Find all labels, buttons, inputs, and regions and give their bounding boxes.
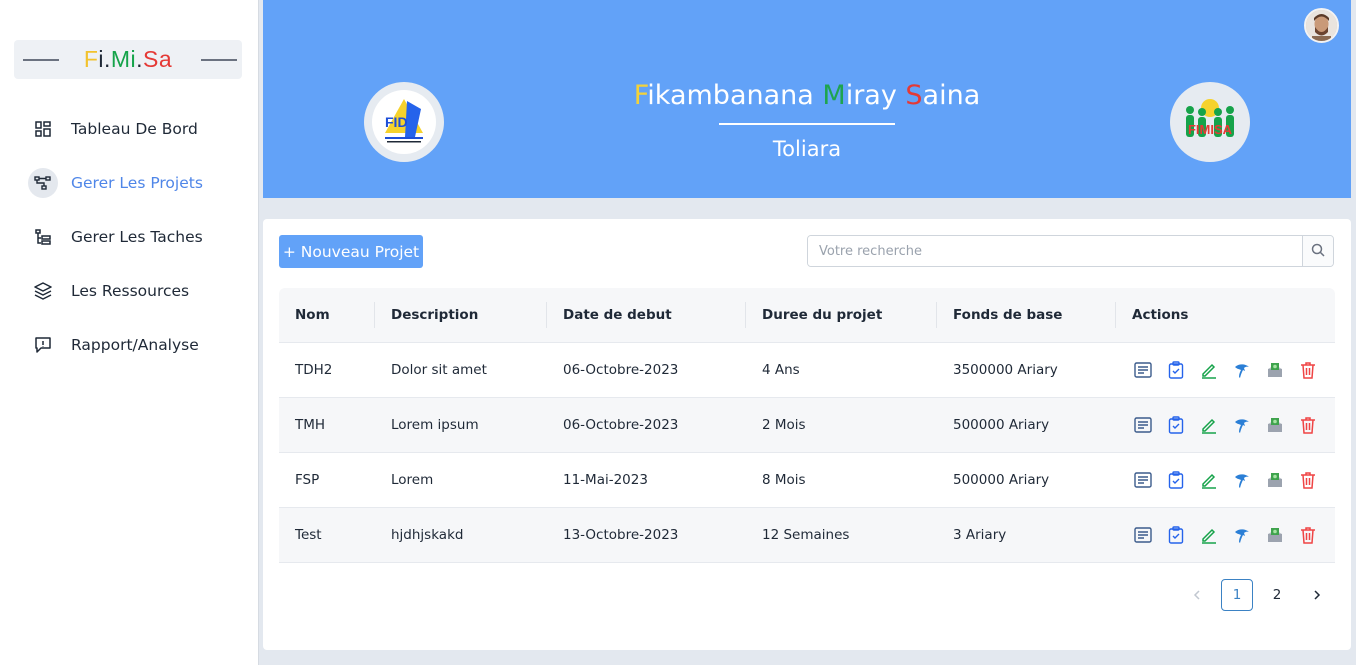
details-icon[interactable] — [1132, 469, 1154, 491]
table-row: FSP Lorem 11-Mai-2023 8 Mois 500000 Ariary — [279, 453, 1335, 508]
page-1-button[interactable]: 1 — [1221, 579, 1253, 611]
sidebar-item-gerer-les-taches[interactable]: Gerer Les Taches — [28, 221, 243, 253]
sidebar-item-gerer-les-projets[interactable]: Gerer Les Projets — [28, 167, 243, 199]
dolphin-icon[interactable] — [1231, 414, 1253, 436]
sidebar-item-tableau-de-bord[interactable]: Tableau De Bord — [28, 113, 243, 145]
sidebar-item-les-ressources[interactable]: Les Ressources — [28, 275, 243, 307]
trash-icon[interactable] — [1297, 524, 1319, 546]
column-header-description: Description — [375, 300, 547, 330]
row-actions — [1116, 414, 1335, 436]
trash-icon[interactable] — [1297, 414, 1319, 436]
task-list-icon — [28, 222, 58, 252]
edit-icon[interactable] — [1198, 414, 1220, 436]
table-row: TMH Lorem ipsum 06-Octobre-2023 2 Mois 50000… — [279, 398, 1335, 453]
brand-logo[interactable]: Fi.Mi.Sa — [14, 40, 242, 79]
column-header-date-de-debut: Date de debut — [547, 300, 746, 330]
cell-duree: 8 Mois — [762, 472, 806, 488]
sidebar-item-label: Gerer Les Projets — [71, 174, 203, 192]
cell-description: Dolor sit amet — [391, 362, 487, 378]
brand-divider-right — [201, 59, 237, 61]
cell-date-de-debut: 11-Mai-2023 — [563, 472, 648, 488]
cell-date-de-debut: 06-Octobre-2023 — [563, 362, 679, 378]
dolphin-icon[interactable] — [1231, 359, 1253, 381]
projects-card: + Nouveau Projet Nom Description Date de… — [263, 219, 1351, 650]
dolphin-icon[interactable] — [1231, 469, 1253, 491]
search-button[interactable] — [1302, 236, 1333, 266]
edit-icon[interactable] — [1198, 359, 1220, 381]
title-underline — [719, 123, 895, 125]
cell-date-de-debut: 13-Octobre-2023 — [563, 527, 679, 543]
page-2-button[interactable]: 2 — [1261, 579, 1293, 611]
money-icon[interactable] — [1264, 469, 1286, 491]
cell-nom: Test — [295, 527, 322, 543]
cell-date-de-debut: 06-Octobre-2023 — [563, 417, 679, 433]
cell-description: Lorem — [391, 472, 434, 488]
sidebar-item-label: Rapport/Analyse — [71, 336, 199, 354]
cell-fonds: 500000 Ariary — [953, 417, 1050, 433]
cell-nom: TDH2 — [295, 362, 333, 378]
svg-text:FIMISA: FIMISA — [1188, 122, 1233, 137]
search-icon — [1311, 242, 1325, 261]
cell-fonds: 3500000 Ariary — [953, 362, 1058, 378]
user-avatar[interactable] — [1304, 8, 1339, 43]
row-actions — [1116, 359, 1335, 381]
pagination: 1 2 — [1181, 579, 1341, 611]
new-project-button[interactable]: + Nouveau Projet — [279, 235, 423, 268]
column-header-duree: Duree du projet — [746, 300, 937, 330]
edit-icon[interactable] — [1198, 469, 1220, 491]
clipboard-check-icon[interactable] — [1165, 414, 1187, 436]
table-row: Test hjdhjskakd 13-Octobre-2023 12 Semaines… — [279, 508, 1335, 563]
details-icon[interactable] — [1132, 359, 1154, 381]
trash-icon[interactable] — [1297, 359, 1319, 381]
project-tree-icon — [28, 168, 58, 198]
clipboard-check-icon[interactable] — [1165, 524, 1187, 546]
table-body: TDH2 Dolor sit amet 06-Octobre-2023 4 Ans 35… — [279, 343, 1335, 563]
next-page-button[interactable] — [1301, 579, 1333, 611]
column-header-actions: Actions — [1132, 307, 1189, 323]
prev-page-button[interactable] — [1181, 579, 1213, 611]
sidebar-item-label: Les Ressources — [71, 282, 190, 300]
cell-description: hjdhjskakd — [391, 527, 464, 543]
row-actions — [1116, 524, 1335, 546]
projects-table: Nom Description Date de debut Duree du p… — [279, 288, 1335, 563]
sidebar-item-label: Gerer Les Taches — [71, 228, 203, 246]
sidebar: Fi.Mi.Sa Tableau De Bord Gerer Les Proje… — [0, 0, 259, 665]
brand-divider-left — [23, 59, 59, 61]
table-row: TDH2 Dolor sit amet 06-Octobre-2023 4 Ans 35… — [279, 343, 1335, 398]
clipboard-check-icon[interactable] — [1165, 469, 1187, 491]
column-header-nom: Nom — [279, 300, 375, 330]
cell-nom: TMH — [295, 417, 326, 433]
row-actions — [1116, 469, 1335, 491]
money-icon[interactable] — [1264, 524, 1286, 546]
details-icon[interactable] — [1132, 524, 1154, 546]
money-icon[interactable] — [1264, 359, 1286, 381]
details-icon[interactable] — [1132, 414, 1154, 436]
sidebar-item-label: Tableau De Bord — [71, 120, 198, 138]
dolphin-icon[interactable] — [1231, 524, 1253, 546]
column-header-fonds: Fonds de base — [937, 300, 1116, 330]
cell-duree: 4 Ans — [762, 362, 800, 378]
sidebar-item-rapport-analyse[interactable]: Rapport/Analyse — [28, 329, 243, 361]
cell-fonds: 500000 Ariary — [953, 472, 1050, 488]
dashboard-icon — [28, 114, 58, 144]
svg-text:FID: FID — [385, 114, 408, 130]
trash-icon[interactable] — [1297, 469, 1319, 491]
report-message-icon — [28, 330, 58, 360]
money-icon[interactable] — [1264, 414, 1286, 436]
search-input[interactable] — [808, 236, 1302, 266]
search-bar — [807, 235, 1334, 267]
table-header: Nom Description Date de debut Duree du p… — [279, 288, 1335, 343]
cell-duree: 12 Semaines — [762, 527, 850, 543]
cell-fonds: 3 Ariary — [953, 527, 1007, 543]
cell-description: Lorem ipsum — [391, 417, 479, 433]
clipboard-check-icon[interactable] — [1165, 359, 1187, 381]
layers-icon — [28, 276, 58, 306]
edit-icon[interactable] — [1198, 524, 1220, 546]
brand-title: Fi.Mi.Sa — [83, 46, 173, 72]
fimisa-logo: FIMISA — [1170, 82, 1250, 162]
cell-duree: 2 Mois — [762, 417, 806, 433]
cell-nom: FSP — [295, 472, 320, 488]
header-banner: FID Fikambanana Miray Saina Toliara FIMI… — [263, 0, 1351, 198]
